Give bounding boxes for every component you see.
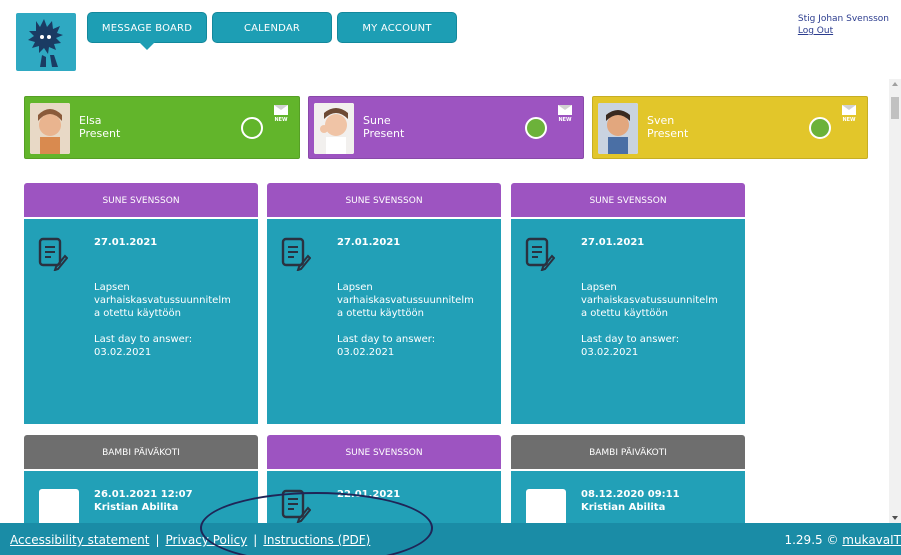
logout-link[interactable]: Log Out [798, 25, 889, 37]
new-badge: NEW [842, 117, 856, 123]
nav-my-account[interactable]: MY ACCOUNT [337, 12, 457, 43]
main-nav: MESSAGE BOARD CALENDAR MY ACCOUNT [87, 12, 462, 50]
message-text: varhaiskasvatussuunnitelm [337, 295, 474, 306]
message-date: 27.01.2021 [337, 237, 401, 248]
new-message-icon[interactable]: NEW [273, 105, 289, 123]
message-card-body: 27.01.2021 Lapsen varhaiskasvatussuunnit… [511, 219, 745, 424]
status-circle-icon[interactable] [241, 117, 263, 139]
deadline-date: 03.02.2021 [337, 347, 395, 358]
instructions-pdf-link[interactable]: Instructions (PDF) [263, 533, 370, 547]
message-text: Lapsen [581, 282, 617, 293]
page: MESSAGE BOARD CALENDAR MY ACCOUNT Stig J… [0, 0, 901, 555]
deadline-date: 03.02.2021 [581, 347, 639, 358]
envelope-icon [558, 105, 572, 115]
message-sender: Kristian Abilita [581, 502, 666, 513]
scroll-down-arrow-icon[interactable] [892, 516, 898, 520]
document-edit-icon [281, 489, 311, 523]
accessibility-statement-link[interactable]: Accessibility statement [10, 533, 149, 547]
message-date: 26.01.2021 12:07 [94, 489, 193, 500]
message-card-header: SUNE SVENSSON [267, 183, 501, 219]
message-date: 08.12.2020 09:11 [581, 489, 680, 500]
message-sender: Kristian Abilita [94, 502, 179, 513]
deadline-label: Last day to answer: [94, 334, 193, 345]
document-edit-icon [281, 237, 311, 271]
brand-link[interactable]: mukavaIT [842, 533, 901, 547]
scroll-up-arrow-icon[interactable] [892, 82, 898, 86]
child-name: Sune [363, 114, 391, 127]
message-card-body: 27.01.2021 Lapsen varhaiskasvatussuunnit… [24, 219, 258, 424]
deadline-label: Last day to answer: [581, 334, 680, 345]
message-text: a otettu käyttöön [337, 308, 424, 319]
message-date: 27.01.2021 [581, 237, 645, 248]
message-text: a otettu käyttöön [94, 308, 181, 319]
message-card[interactable]: BAMBI PÄIVÄKOTI 08.12.2020 09:11 Kristia… [511, 435, 745, 531]
nav-calendar[interactable]: CALENDAR [212, 12, 332, 43]
document-edit-icon [38, 237, 68, 271]
message-text: Lapsen [337, 282, 373, 293]
message-date: 22.01.2021 [337, 489, 401, 500]
message-date: 27.01.2021 [94, 237, 158, 248]
new-badge: NEW [558, 117, 572, 123]
message-card[interactable]: SUNE SVENSSON 22.01.2021 [267, 435, 501, 531]
child-photo-sven [598, 103, 638, 154]
message-card-body: 27.01.2021 Lapsen varhaiskasvatussuunnit… [267, 219, 501, 424]
status-circle-icon[interactable] [525, 117, 547, 139]
new-message-icon[interactable]: NEW [557, 105, 573, 123]
message-card[interactable]: SUNE SVENSSON 27.01.2021 Lapsen varhaisk… [24, 183, 258, 424]
version-text: 1.29.5 © [784, 533, 839, 547]
message-card-body: 08.12.2020 09:11 Kristian Abilita [511, 471, 745, 531]
message-card[interactable]: SUNE SVENSSON 27.01.2021 Lapsen varhaisk… [267, 183, 501, 424]
app-logo[interactable] [16, 13, 76, 71]
deadline-date: 03.02.2021 [94, 347, 152, 358]
child-card-sven[interactable]: Sven Present NEW [592, 96, 868, 159]
message-card[interactable]: SUNE SVENSSON 27.01.2021 Lapsen varhaisk… [511, 183, 745, 424]
message-text: Lapsen [94, 282, 130, 293]
message-card-header: BAMBI PÄIVÄKOTI [24, 435, 258, 471]
status-circle-icon[interactable] [809, 117, 831, 139]
scroll-thumb[interactable] [891, 97, 899, 119]
scrollbar[interactable] [889, 79, 901, 523]
envelope-icon [274, 105, 288, 115]
message-text: varhaiskasvatussuunnitelm [581, 295, 718, 306]
envelope-icon [842, 105, 856, 115]
new-badge: NEW [274, 117, 288, 123]
child-photo-elsa [30, 103, 70, 154]
user-name: Stig Johan Svensson [797, 14, 889, 24]
document-edit-icon [525, 237, 555, 271]
child-card-elsa[interactable]: Elsa Present NEW [24, 96, 300, 159]
nav-message-board[interactable]: MESSAGE BOARD [87, 12, 207, 50]
new-message-icon[interactable]: NEW [841, 105, 857, 123]
message-card[interactable]: BAMBI PÄIVÄKOTI 26.01.2021 12:07 Kristia… [24, 435, 258, 531]
message-card-body: 22.01.2021 [267, 471, 501, 531]
child-name: Sven [647, 114, 675, 127]
child-status: Present [647, 127, 689, 140]
message-card-header: SUNE SVENSSON [511, 183, 745, 219]
child-card-sune[interactable]: Sune Present NEW [308, 96, 584, 159]
message-text: varhaiskasvatussuunnitelm [94, 295, 231, 306]
message-text: a otettu käyttöön [581, 308, 668, 319]
message-card-header: BAMBI PÄIVÄKOTI [511, 435, 745, 471]
child-status: Present [363, 127, 405, 140]
privacy-policy-link[interactable]: Privacy Policy [165, 533, 247, 547]
deadline-label: Last day to answer: [337, 334, 436, 345]
message-card-header: SUNE SVENSSON [267, 435, 501, 471]
message-card-body: 26.01.2021 12:07 Kristian Abilita [24, 471, 258, 531]
footer-version: 1.29.5 © mukavaIT [784, 533, 901, 547]
footer-links: Accessibility statement | Privacy Policy | I… [10, 533, 370, 547]
footer-separator: | [253, 533, 258, 547]
message-card-header: SUNE SVENSSON [24, 183, 258, 219]
child-status: Present [79, 127, 121, 140]
child-photo-sune [314, 103, 354, 154]
footer-separator: | [155, 533, 160, 547]
footer: Accessibility statement | Privacy Policy | I… [0, 523, 901, 555]
child-name: Elsa [79, 114, 102, 127]
user-box: Stig Johan Svensson Log Out [798, 13, 889, 37]
